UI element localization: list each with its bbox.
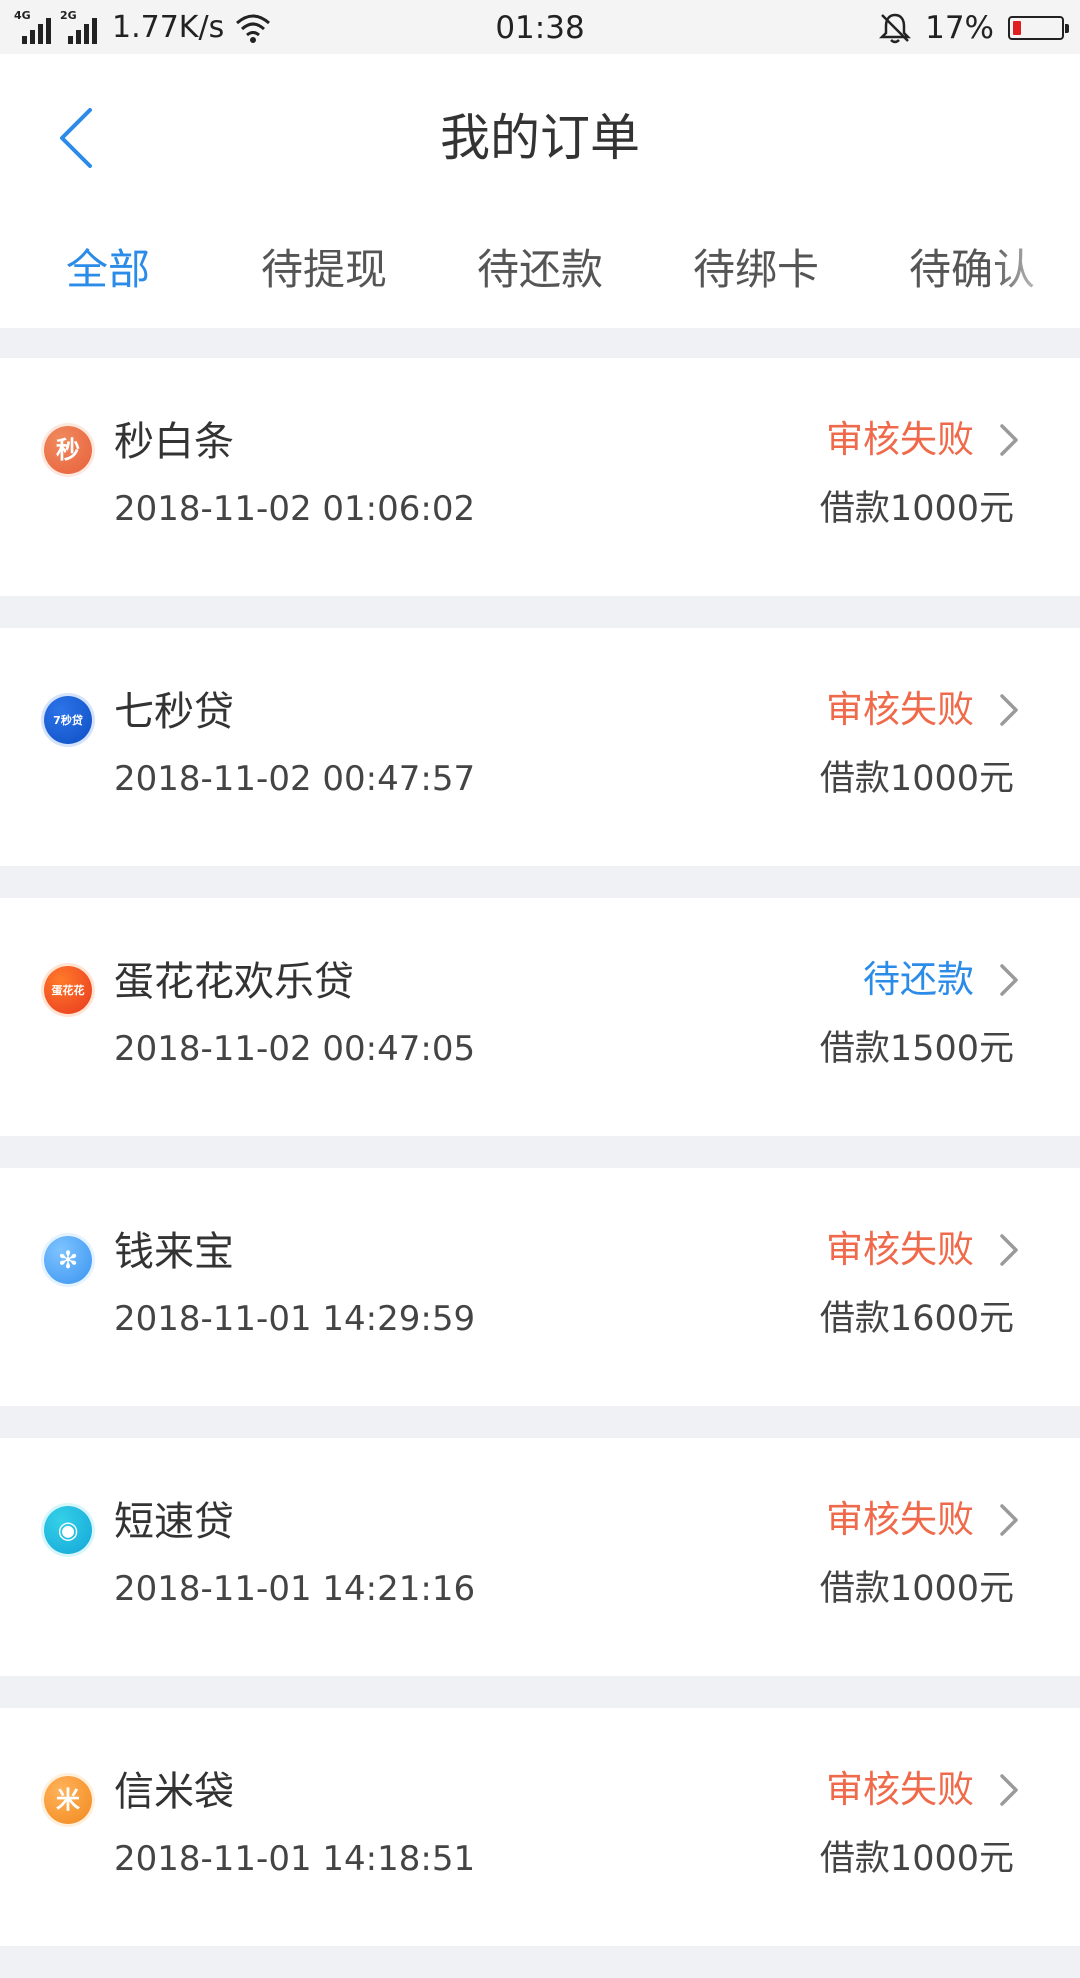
- order-app-name: 七秒贷: [114, 689, 234, 735]
- order-item[interactable]: 蛋花花 蛋花花欢乐贷 2018-11-02 00:47:05 待还款 借款150…: [0, 898, 1080, 1136]
- tab-bar: 全部 待提现 待还款 待绑卡 待确认: [0, 230, 1080, 310]
- order-time: 2018-11-02 01:06:02: [114, 489, 476, 529]
- app-logo-icon: 蛋花花: [44, 966, 92, 1014]
- chevron-right-icon: [1000, 964, 1018, 996]
- order-time: 2018-11-01 14:21:16: [114, 1569, 476, 1609]
- app-logo-icon: 7秒贷: [44, 696, 92, 744]
- tab-pending-repayment[interactable]: 待还款: [440, 230, 640, 310]
- status-bar: 4G 2G 1.77K/s 01:38 17%: [0, 0, 1080, 54]
- order-item[interactable]: 米 信米袋 2018-11-01 14:18:51 审核失败 借款1000元: [0, 1708, 1080, 1946]
- header: 我的订单 全部 待提现 待还款 待绑卡 待确认: [0, 54, 1080, 328]
- order-amount: 借款1000元: [819, 1569, 1014, 1609]
- order-status: 审核失败: [826, 418, 974, 461]
- chevron-right-icon: [1000, 694, 1018, 726]
- order-amount: 借款1000元: [819, 759, 1014, 799]
- tab-pending-card-binding[interactable]: 待绑卡: [656, 230, 856, 310]
- order-amount: 借款1000元: [819, 489, 1014, 529]
- battery-percent: 17%: [925, 10, 994, 46]
- order-time: 2018-11-02 00:47:57: [114, 759, 476, 799]
- order-status: 待还款: [863, 958, 974, 1001]
- tabs-fade: [990, 230, 1080, 310]
- chevron-right-icon: [1000, 1774, 1018, 1806]
- order-app-name: 短速贷: [114, 1499, 234, 1545]
- battery-icon: [1008, 16, 1069, 40]
- app-logo-icon: 秒: [44, 426, 92, 474]
- order-time: 2018-11-01 14:29:59: [114, 1299, 476, 1339]
- chevron-right-icon: [1000, 424, 1018, 456]
- app-logo-icon: ◉: [44, 1506, 92, 1554]
- order-amount: 借款1500元: [819, 1029, 1014, 1069]
- status-bar-right: 17%: [877, 8, 1069, 48]
- order-list: 秒 秒白条 2018-11-02 01:06:02 审核失败 借款1000元 7…: [0, 358, 1080, 1978]
- order-time: 2018-11-01 14:18:51: [114, 1839, 476, 1879]
- chevron-right-icon: [1000, 1504, 1018, 1536]
- tab-all[interactable]: 全部: [8, 230, 208, 310]
- order-status: 审核失败: [826, 688, 974, 731]
- tab-pending-withdrawal[interactable]: 待提现: [224, 230, 424, 310]
- order-time: 2018-11-02 00:47:05: [114, 1029, 476, 1069]
- app-logo-icon: 米: [44, 1776, 92, 1824]
- order-app-name: 秒白条: [114, 419, 234, 465]
- order-status: 审核失败: [826, 1228, 974, 1271]
- battery-level: [1013, 21, 1021, 35]
- order-app-name: 蛋花花欢乐贷: [114, 959, 354, 1005]
- order-item[interactable]: 7秒贷 七秒贷 2018-11-02 00:47:57 审核失败 借款1000元: [0, 628, 1080, 866]
- order-amount: 借款1600元: [819, 1299, 1014, 1339]
- order-app-name: 钱来宝: [114, 1229, 234, 1275]
- order-item[interactable]: 秒 秒白条 2018-11-02 01:06:02 审核失败 借款1000元: [0, 358, 1080, 596]
- order-item[interactable]: ✻ 钱来宝 2018-11-01 14:29:59 审核失败 借款1600元: [0, 1168, 1080, 1406]
- order-app-name: 信米袋: [114, 1769, 234, 1815]
- order-status: 审核失败: [826, 1498, 974, 1541]
- order-amount: 借款1000元: [819, 1839, 1014, 1879]
- app-logo-icon: ✻: [44, 1236, 92, 1284]
- page-title: 我的订单: [440, 109, 640, 167]
- bell-off-icon: [879, 13, 912, 44]
- chevron-right-icon: [1000, 1234, 1018, 1266]
- order-status: 审核失败: [826, 1768, 974, 1811]
- order-item[interactable]: ◉ 短速贷 2018-11-01 14:21:16 审核失败 借款1000元: [0, 1438, 1080, 1676]
